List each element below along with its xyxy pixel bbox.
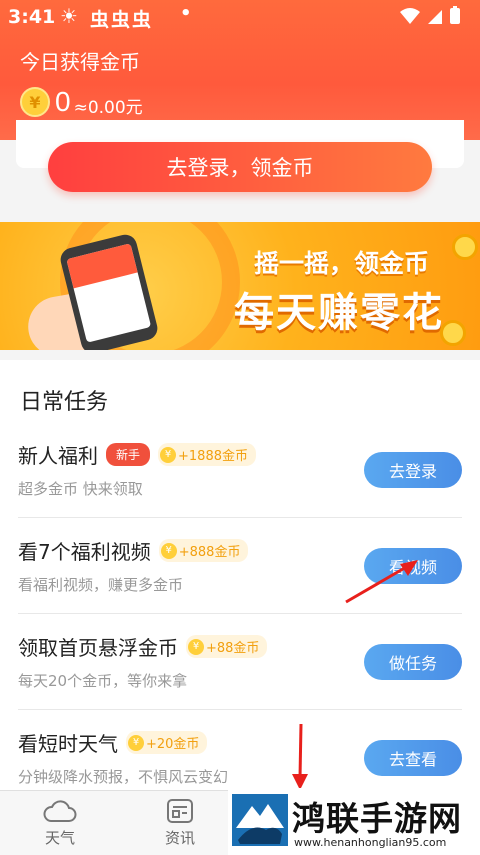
red-arrow-icon <box>292 723 308 790</box>
app-notification-icons: 虫虫虫 <box>90 9 154 31</box>
watermark-title: 鸿联手游网 <box>292 799 462 838</box>
task-desc: 分钟级降水预报，不惧风云变幻 <box>18 768 229 786</box>
wifi-signal-battery-icon <box>400 6 460 24</box>
cloud-icon <box>43 797 77 825</box>
view-weather-button[interactable]: 去查看 <box>364 740 462 776</box>
task-desc: 看福利视频，赚更多金币 <box>18 576 184 594</box>
red-arrow-icon <box>345 560 418 604</box>
banner-line1: 摇一摇，领金币 <box>254 249 430 278</box>
banner-line2: 每天赚零花 <box>234 290 444 336</box>
shake-banner[interactable]: 摇一摇，领金币 每天赚零花 <box>0 222 480 350</box>
coin-icon: ¥ <box>160 446 177 463</box>
tab-label: 天气 <box>44 829 75 847</box>
coin-icon: ¥ <box>128 734 144 751</box>
task-desc: 每天20个金币，等你来拿 <box>18 672 188 690</box>
coin-icon: ¥ <box>188 638 204 655</box>
new-user-badge: 新手 <box>106 443 151 466</box>
task-item: 领取首页悬浮金币 ¥ +88金币 每天20个金币，等你来拿 做任务 <box>18 614 462 710</box>
watermark: 鸿联手游网 www.henanhonglian95.com <box>228 788 480 855</box>
coin-balance: ¥ 0 ≈0.00元 <box>20 86 143 118</box>
coin-decoration-icon <box>452 234 478 260</box>
task-name: 领取首页悬浮金币 <box>18 636 178 660</box>
reward-tag: ¥ +888金币 <box>158 539 249 562</box>
today-coins-title: 今日获得金币 <box>20 50 140 74</box>
task-name: 新人福利 <box>18 444 98 468</box>
task-name: 看7个福利视频 <box>18 540 151 564</box>
task-name: 看短时天气 <box>18 732 118 756</box>
coin-count: 0 <box>55 86 71 117</box>
task-desc: 超多金币 快来领取 <box>18 480 143 498</box>
reward-tag: ¥ +20金币 <box>126 731 208 754</box>
reward-tag: ¥ +1888金币 <box>158 443 256 466</box>
bull-logo-icon <box>232 794 288 846</box>
reward-tag: ¥ +88金币 <box>186 635 268 658</box>
money-value: ≈0.00元 <box>73 97 143 118</box>
watermark-url: www.henanhonglian95.com <box>294 836 447 849</box>
login-button[interactable]: 去登录，领金币 <box>48 142 432 192</box>
sun-icon: ☀ <box>60 4 78 28</box>
status-bar: 3:41 ☀ 虫虫虫 • <box>0 0 480 34</box>
tab-news[interactable]: 资讯 <box>140 797 220 848</box>
status-time: 3:41 <box>8 6 56 28</box>
tab-label: 资讯 <box>164 829 195 847</box>
do-task-button[interactable]: 做任务 <box>364 644 462 680</box>
dot-icon: • <box>180 3 192 24</box>
login-task-button[interactable]: 去登录 <box>364 452 462 488</box>
tasks-title: 日常任务 <box>20 390 109 415</box>
tab-weather[interactable]: 天气 <box>20 797 100 848</box>
task-item: 新人福利 新手 ¥ +1888金币 超多金币 快来领取 去登录 <box>18 422 462 518</box>
coin-icon: ¥ <box>160 542 177 559</box>
news-icon <box>163 797 197 825</box>
status-right-icons <box>398 6 468 30</box>
coin-icon: ¥ <box>20 87 50 117</box>
